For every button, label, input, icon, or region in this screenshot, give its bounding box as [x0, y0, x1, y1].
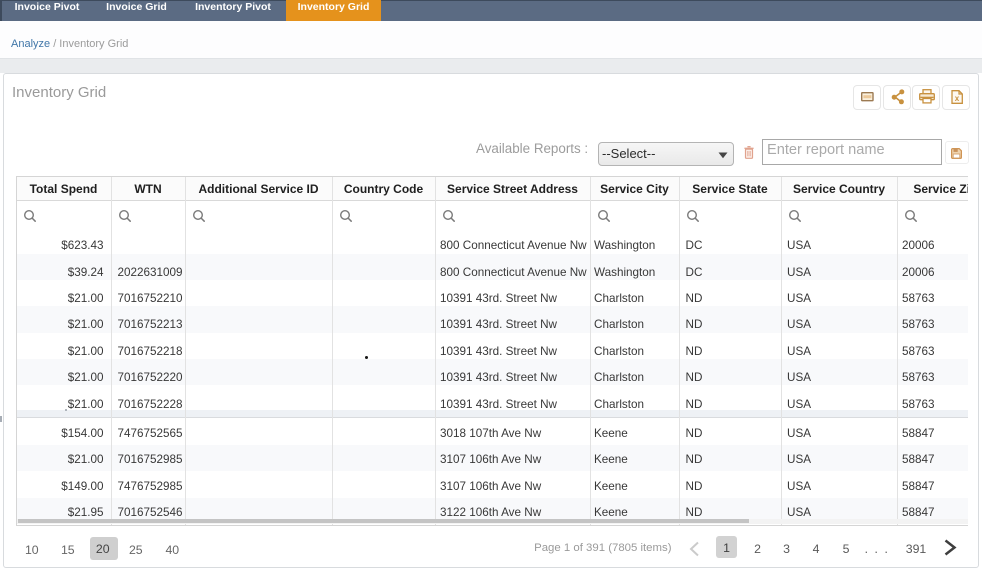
svg-text:x: x [955, 94, 960, 103]
